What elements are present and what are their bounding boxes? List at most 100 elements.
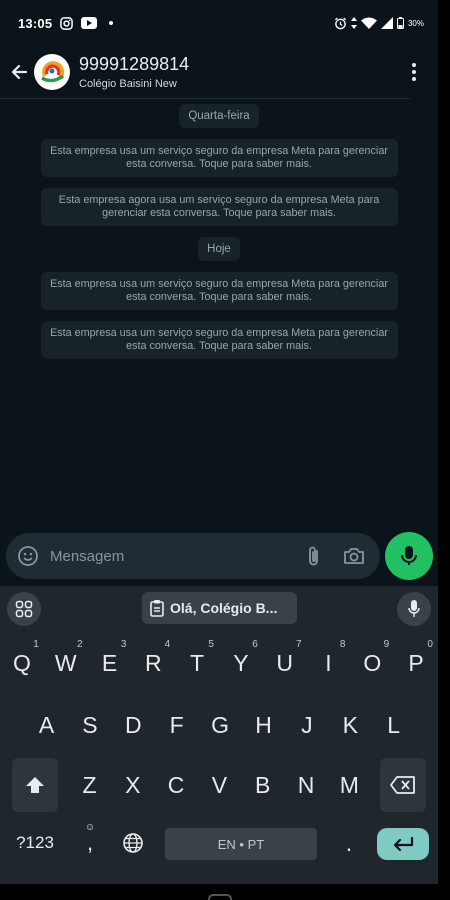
virtual-keyboard: Olá, Colégio B... Q1W2E3R4T5Y6U7I8O9P0 A…	[0, 586, 438, 884]
key-w[interactable]: W2	[44, 636, 88, 690]
contact-name: 99991289814	[79, 54, 190, 74]
keyboard-menu-button[interactable]	[7, 592, 41, 626]
message-list: Quarta-feira Esta empresa usa um serviço…	[0, 104, 438, 370]
status-time: 13:05	[18, 15, 53, 31]
clipboard-suggestion-text: Olá, Colégio B...	[170, 600, 278, 616]
contact-info[interactable]: 99991289814 Colégio Baisini New	[79, 54, 189, 90]
contact-subtitle: Colégio Baisini New	[79, 78, 177, 90]
emoji-hint-icon: ☺	[84, 822, 96, 833]
contact-avatar[interactable]	[34, 54, 70, 90]
compose-bar	[6, 533, 380, 579]
navigation-bar	[0, 884, 450, 900]
system-message[interactable]: Esta empresa usa um serviço seguro da em…	[40, 321, 398, 359]
keyboard-row-1: Q1W2E3R4T5Y6U7I8O9P0	[0, 636, 438, 690]
backspace-key[interactable]	[380, 758, 426, 812]
comma-key[interactable]: ☺ ,	[70, 816, 110, 870]
key-label: E	[101, 649, 118, 676]
system-message[interactable]: Esta empresa usa um serviço seguro da em…	[40, 139, 398, 177]
more-options-button[interactable]	[404, 57, 424, 87]
key-p[interactable]: P0	[394, 636, 438, 690]
key-f[interactable]: F	[155, 698, 198, 752]
keyboard-row-3: ZXCVBNM	[0, 758, 438, 812]
key-z[interactable]: Z	[68, 758, 111, 812]
screen-edge	[438, 0, 450, 900]
enter-icon	[393, 836, 414, 852]
key-q[interactable]: Q1	[0, 636, 44, 690]
date-separator: Hoje	[198, 237, 240, 261]
key-u[interactable]: U7	[263, 636, 307, 690]
phone-screen: 13:05 30% 99991289814 Colégio Baisini Ne…	[0, 0, 438, 884]
suggestion-bar: Olá, Colégio B...	[0, 586, 438, 630]
key-l[interactable]: L	[372, 698, 415, 752]
symbols-key[interactable]: ?123	[8, 816, 62, 870]
key-o[interactable]: O9	[350, 636, 394, 690]
key-t[interactable]: T5	[175, 636, 219, 690]
microphone-icon	[408, 600, 420, 617]
key-g[interactable]: G	[199, 698, 242, 752]
arrow-left-icon	[11, 64, 28, 80]
home-handle[interactable]	[208, 894, 232, 900]
school-logo-icon	[41, 61, 65, 83]
key-s[interactable]: S	[68, 698, 111, 752]
key-label: U	[276, 649, 293, 676]
wifi-icon	[360, 17, 377, 29]
header-divider	[0, 98, 410, 99]
shift-key[interactable]	[12, 758, 58, 812]
instagram-icon	[60, 16, 74, 30]
space-key[interactable]: EN • PT	[165, 828, 317, 860]
chat-header: 99991289814 Colégio Baisini New	[0, 46, 438, 98]
voice-message-button[interactable]	[385, 532, 433, 580]
camera-button[interactable]	[334, 533, 374, 579]
key-n[interactable]: N	[285, 758, 328, 812]
key-label: Q	[12, 649, 31, 676]
keyboard-row-4: ?123 ☺ , EN • PT .	[0, 816, 438, 870]
back-button[interactable]	[4, 52, 34, 92]
enter-key[interactable]	[377, 828, 429, 860]
emoji-icon	[18, 546, 38, 566]
status-bar: 13:05 30%	[0, 0, 438, 46]
key-e[interactable]: E3	[88, 636, 132, 690]
camera-icon	[344, 548, 364, 564]
key-number-hint: 2	[77, 639, 83, 650]
key-d[interactable]: D	[112, 698, 155, 752]
key-h[interactable]: H	[242, 698, 285, 752]
key-k[interactable]: K	[329, 698, 372, 752]
system-message[interactable]: Esta empresa agora usa um serviço seguro…	[40, 188, 398, 226]
emoji-button[interactable]	[6, 533, 50, 579]
comma-label: ,	[86, 830, 94, 855]
system-message[interactable]: Esta empresa usa um serviço seguro da em…	[40, 272, 398, 310]
key-number-hint: 0	[427, 639, 433, 650]
key-number-hint: 8	[339, 639, 346, 650]
language-key[interactable]	[112, 816, 154, 870]
key-i[interactable]: I8	[307, 636, 351, 690]
key-number-hint: 3	[120, 639, 127, 650]
key-number-hint: 6	[252, 639, 258, 650]
notification-dot-icon	[109, 21, 114, 25]
message-input[interactable]	[50, 536, 294, 576]
key-m[interactable]: M	[328, 758, 371, 812]
key-y[interactable]: Y6	[219, 636, 263, 690]
more-vertical-icon	[412, 63, 416, 81]
key-label: W	[54, 649, 77, 676]
key-label: Y	[233, 649, 249, 676]
key-number-hint: 9	[383, 639, 390, 650]
attach-button[interactable]	[294, 533, 334, 579]
key-r[interactable]: R4	[131, 636, 175, 690]
key-x[interactable]: X	[111, 758, 154, 812]
key-j[interactable]: J	[285, 698, 328, 752]
key-label: P	[408, 649, 424, 676]
grid-icon	[15, 600, 33, 618]
key-c[interactable]: C	[155, 758, 198, 812]
paperclip-icon	[309, 546, 318, 566]
keyboard-voice-button[interactable]	[397, 592, 431, 626]
period-key[interactable]: .	[330, 816, 368, 870]
key-b[interactable]: B	[241, 758, 284, 812]
key-number-hint: 1	[33, 639, 39, 650]
battery-percent: 30%	[407, 18, 424, 28]
backspace-icon	[390, 776, 415, 794]
key-a[interactable]: A	[25, 698, 68, 752]
clipboard-suggestion[interactable]: Olá, Colégio B...	[142, 592, 297, 624]
shift-icon	[26, 777, 44, 793]
key-v[interactable]: V	[198, 758, 241, 812]
signal-icon	[380, 17, 393, 29]
